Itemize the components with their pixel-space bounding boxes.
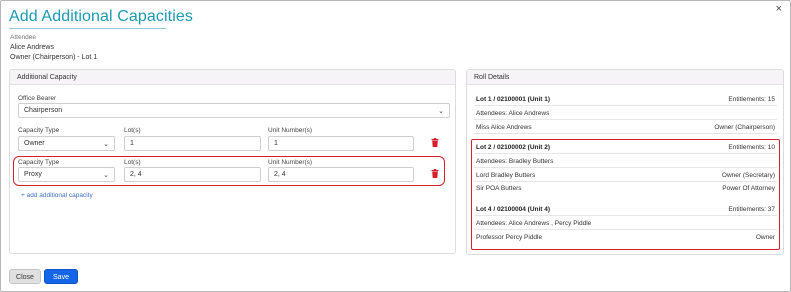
office-bearer-label: Office Bearer xyxy=(18,95,57,102)
lots-label: Lot(s) xyxy=(124,127,141,134)
chevron-down-icon: ⌄ xyxy=(438,108,444,115)
person-name: Lord Bradley Butters xyxy=(476,172,536,179)
roll-details-panel: Roll Details Lot 1 / 02100001 (Unit 1) E… xyxy=(466,69,784,255)
lot-title: Lot 4 / 02100004 (Unit 4) xyxy=(476,206,551,213)
lot-title: Lot 2 / 02100002 (Unit 2) xyxy=(476,144,551,151)
person-name: Miss Alice Andrews xyxy=(476,124,532,131)
person-role: Owner xyxy=(755,234,775,241)
person-name: Sir POA Butters xyxy=(476,185,522,192)
capacity-type-select[interactable]: Proxy ⌄ xyxy=(18,167,115,182)
person-role: Owner (Chairperson) xyxy=(714,124,775,131)
attendee-label: Attendee xyxy=(10,34,37,41)
close-button[interactable]: Close xyxy=(9,269,41,284)
person-name: Professor Percy Piddle xyxy=(476,234,543,241)
attendee-role: Owner (Chairperson) - Lot 1 xyxy=(10,54,98,61)
additional-capacity-header: Additional Capacity xyxy=(10,70,455,85)
lots-input[interactable]: 1 xyxy=(124,136,261,151)
chevron-down-icon: ⌄ xyxy=(103,141,109,148)
add-additional-capacity-link[interactable]: + add additional capacity xyxy=(21,192,93,199)
lot-attendees: Attendees: Bradley Butters xyxy=(474,155,777,168)
capacity-type-label: Capacity Type xyxy=(18,159,60,166)
capacity-type-select[interactable]: Owner ⌄ xyxy=(18,136,115,151)
unit-numbers-label: Unit Number(s) xyxy=(268,127,313,134)
trash-icon[interactable] xyxy=(431,169,439,178)
title-underline xyxy=(9,28,166,29)
capacity-type-value: Proxy xyxy=(24,171,42,178)
attendees-text: Attendees: Alice Andrews xyxy=(476,110,550,117)
unit-numbers-label: Unit Number(s) xyxy=(268,159,313,166)
trash-icon[interactable] xyxy=(431,138,439,147)
lot-entitlements: Entitlements: 15 xyxy=(728,96,775,103)
lot-person-row: Lord Bradley Butters Owner (Secretary) xyxy=(474,169,777,182)
attendees-text: Attendees: Bradley Butters xyxy=(476,158,554,165)
lots-input[interactable]: 2, 4 xyxy=(124,167,261,182)
person-role: Owner (Secretary) xyxy=(721,172,775,179)
person-role: Power Of Attorney xyxy=(722,185,775,192)
attendee-name: Alice Andrews xyxy=(10,44,54,51)
dialog-title: Add Additional Capacities xyxy=(9,8,193,25)
office-bearer-select[interactable]: Chairperson ⌄ xyxy=(18,103,450,118)
save-button[interactable]: Save xyxy=(44,269,78,284)
lot-attendees: Attendees: Alice Andrews xyxy=(474,107,777,120)
office-bearer-value: Chairperson xyxy=(24,107,63,114)
unit-numbers-input[interactable]: 2, 4 xyxy=(268,167,414,182)
additional-capacity-panel: Additional Capacity Office Bearer Chairp… xyxy=(9,69,456,254)
lot-header: Lot 2 / 02100002 (Unit 2) Entitlements: … xyxy=(474,141,777,154)
capacity-type-label: Capacity Type xyxy=(18,127,60,134)
dialog: × Add Additional Capacities Attendee Ali… xyxy=(0,0,791,292)
lot-title: Lot 1 / 02100001 (Unit 1) xyxy=(476,96,551,103)
lot-person-row: Miss Alice Andrews Owner (Chairperson) xyxy=(474,121,777,134)
attendees-text: Attendees: Alice Andrews , Percy Piddle xyxy=(476,220,592,227)
capacity-type-value: Owner xyxy=(24,140,45,147)
lot-person-row: Sir POA Butters Power Of Attorney xyxy=(474,182,777,195)
chevron-down-icon: ⌄ xyxy=(103,172,109,179)
lot-header: Lot 4 / 02100004 (Unit 4) Entitlements: … xyxy=(474,203,777,216)
lot-entitlements: Entitlements: 37 xyxy=(728,206,775,213)
lot-entitlements: Entitlements: 10 xyxy=(728,144,775,151)
lots-label: Lot(s) xyxy=(124,159,141,166)
lot-person-row: Professor Percy Piddle Owner xyxy=(474,231,777,244)
lot-attendees: Attendees: Alice Andrews , Percy Piddle xyxy=(474,217,777,230)
unit-numbers-input[interactable]: 1 xyxy=(268,136,414,151)
close-icon[interactable]: × xyxy=(776,4,782,15)
lot-header: Lot 1 / 02100001 (Unit 1) Entitlements: … xyxy=(474,93,777,106)
roll-details-header: Roll Details xyxy=(467,70,783,85)
